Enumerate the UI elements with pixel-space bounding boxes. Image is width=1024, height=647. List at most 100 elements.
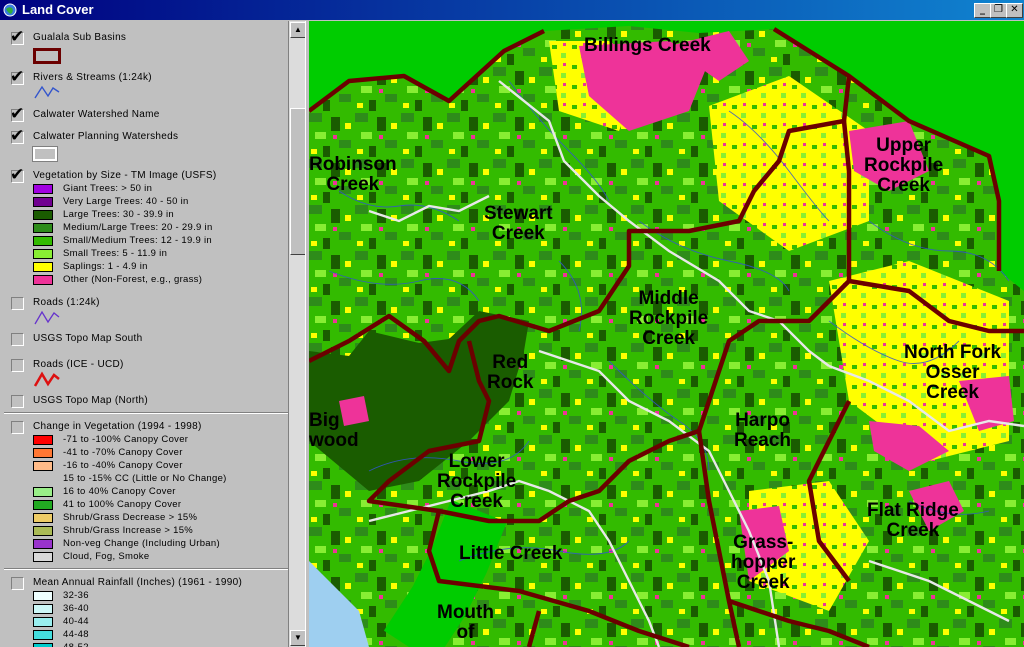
check-mark-icon: ✔ xyxy=(10,27,25,47)
legend-label: Giant Trees: > 50 in xyxy=(63,183,153,194)
minimize-button[interactable]: _ xyxy=(974,3,991,18)
layer-name: Mean Annual Rainfall (Inches) (1961 - 19… xyxy=(33,577,243,588)
basin-outline-symbol xyxy=(33,48,61,64)
legend-swatch xyxy=(33,513,53,523)
layer-name: USGS Topo Map South xyxy=(33,333,143,344)
legend-swatch xyxy=(33,184,53,194)
separator xyxy=(4,412,288,414)
legend-swatch xyxy=(33,643,53,647)
title-bar: Land Cover _ ❐ ✕ xyxy=(0,0,1024,20)
watershed-label: Stewart Creek xyxy=(484,203,553,244)
layer-checkbox-rivers[interactable]: ✔ xyxy=(10,67,24,87)
layer-name: Roads (1:24k) xyxy=(33,297,100,308)
legend-label: -16 to -40% Canopy Cover xyxy=(63,460,183,471)
watershed-label: Upper Rockpile Creek xyxy=(864,135,944,196)
watershed-outline-symbol xyxy=(33,147,57,161)
legend-label: Small Trees: 5 - 11.9 in xyxy=(63,248,168,259)
legend-swatch xyxy=(33,630,53,640)
layer-name: Gualala Sub Basins xyxy=(33,32,127,43)
legend-label: 48-52 xyxy=(63,642,89,647)
window-title: Land Cover xyxy=(22,2,94,17)
legend-label: Very Large Trees: 40 - 50 in xyxy=(63,196,189,207)
legend-label: 15 to -15% CC (Little or No Change) xyxy=(63,473,227,484)
legend-label: Medium/Large Trees: 20 - 29.9 in xyxy=(63,222,213,233)
legend-swatch xyxy=(33,275,53,285)
legend-label: 16 to 40% Canopy Cover xyxy=(63,486,176,497)
check-mark-icon: ✔ xyxy=(10,126,25,146)
restore-button[interactable]: ❐ xyxy=(990,3,1007,18)
separator xyxy=(4,568,288,570)
layer-checkbox-roads-ice[interactable] xyxy=(11,359,24,372)
legend-label: Non-veg Change (Including Urban) xyxy=(63,538,220,549)
legend-label: Other (Non-Forest, e.g., grass) xyxy=(63,274,203,285)
watershed-label: Lower Rockpile Creek xyxy=(437,451,517,512)
layer-checkbox-calwater-name[interactable]: ✔ xyxy=(10,104,24,124)
legend-label: 41 to 100% Canopy Cover xyxy=(63,499,182,510)
scroll-thumb[interactable] xyxy=(290,108,306,255)
layer-name: Calwater Watershed Name xyxy=(33,109,160,120)
layer-checkbox-gualala[interactable]: ✔ xyxy=(10,27,24,47)
legend-swatch xyxy=(33,210,53,220)
legend-swatch xyxy=(33,236,53,246)
legend-label: Saplings: 1 - 4.9 in xyxy=(63,261,148,272)
map-view[interactable]: Billings Creek Upper Rockpile Creek Robi… xyxy=(309,21,1024,647)
legend-swatch xyxy=(33,604,53,614)
road-line-symbol xyxy=(34,310,60,325)
stream-line-symbol xyxy=(34,85,60,99)
layer-checkbox-vegetation[interactable]: ✔ xyxy=(10,165,24,185)
road-ice-line-symbol xyxy=(33,371,60,387)
watershed-label: Mouth of xyxy=(437,602,494,643)
legend-swatch xyxy=(33,435,53,445)
legend-label: 44-48 xyxy=(63,629,89,640)
legend-swatch xyxy=(33,249,53,259)
check-mark-icon: ✔ xyxy=(10,104,25,124)
legend-swatch xyxy=(33,617,53,627)
legend-swatch xyxy=(33,526,53,536)
layer-checkbox-change-veg[interactable] xyxy=(11,421,24,434)
legend-swatch xyxy=(33,448,53,458)
legend-label: -71 to -100% Canopy Cover xyxy=(63,434,189,445)
legend-swatch xyxy=(33,197,53,207)
legend-swatch xyxy=(33,223,53,233)
watershed-label: Robinson Creek xyxy=(309,154,397,195)
layer-checkbox-topo-north[interactable] xyxy=(11,395,24,408)
legend-label: 36-40 xyxy=(63,603,89,614)
legend-label: Shrub/Grass Increase > 15% xyxy=(63,525,194,536)
toc-scrollbar[interactable]: ▲ ▼ xyxy=(288,21,306,647)
scroll-up-arrow-icon[interactable]: ▲ xyxy=(290,22,306,38)
legend-label: Shrub/Grass Decrease > 15% xyxy=(63,512,198,523)
close-button[interactable]: ✕ xyxy=(1006,3,1023,18)
legend-swatch xyxy=(33,591,53,601)
check-mark-icon: ✔ xyxy=(10,67,25,87)
layer-name: USGS Topo Map (North) xyxy=(33,395,149,406)
legend-swatch xyxy=(33,500,53,510)
watershed-label: Harpo Reach xyxy=(734,410,792,451)
watershed-label: Big wood xyxy=(309,410,359,451)
legend-swatch xyxy=(33,539,53,549)
layer-name: Change in Vegetation (1994 - 1998) xyxy=(33,421,202,432)
legend-label: Cloud, Fog, Smoke xyxy=(63,551,150,562)
layer-checkbox-roads-24k[interactable] xyxy=(11,297,24,310)
legend-label: Small/Medium Trees: 12 - 19.9 in xyxy=(63,235,212,246)
layer-checkbox-topo-south[interactable] xyxy=(11,333,24,346)
legend-label: Large Trees: 30 - 39.9 in xyxy=(63,209,175,220)
globe-app-icon xyxy=(3,3,17,17)
check-mark-icon: ✔ xyxy=(10,165,25,185)
scroll-down-arrow-icon[interactable]: ▼ xyxy=(290,630,306,646)
layer-name: Rivers & Streams (1:24k) xyxy=(33,72,152,83)
legend-swatch xyxy=(33,461,53,471)
watershed-label: Little Creek xyxy=(459,543,563,564)
legend-swatch xyxy=(33,262,53,272)
layer-table-of-contents: ✔ Gualala Sub Basins ✔ Rivers & Streams … xyxy=(0,21,288,647)
legend-swatch xyxy=(33,487,53,497)
layer-checkbox-calwater-planning[interactable]: ✔ xyxy=(10,126,24,146)
layer-name: Roads (ICE - UCD) xyxy=(33,359,124,370)
watershed-label: Middle Rockpile Creek xyxy=(629,288,709,349)
watershed-label: Billings Creek xyxy=(584,35,711,56)
watershed-label: Flat Ridge Creek xyxy=(867,500,959,541)
watershed-label: North Fork Osser Creek xyxy=(904,342,1002,403)
legend-swatch xyxy=(33,552,53,562)
layer-name: Calwater Planning Watersheds xyxy=(33,131,179,142)
layer-checkbox-rainfall[interactable] xyxy=(11,577,24,590)
legend-label: 40-44 xyxy=(63,616,89,627)
